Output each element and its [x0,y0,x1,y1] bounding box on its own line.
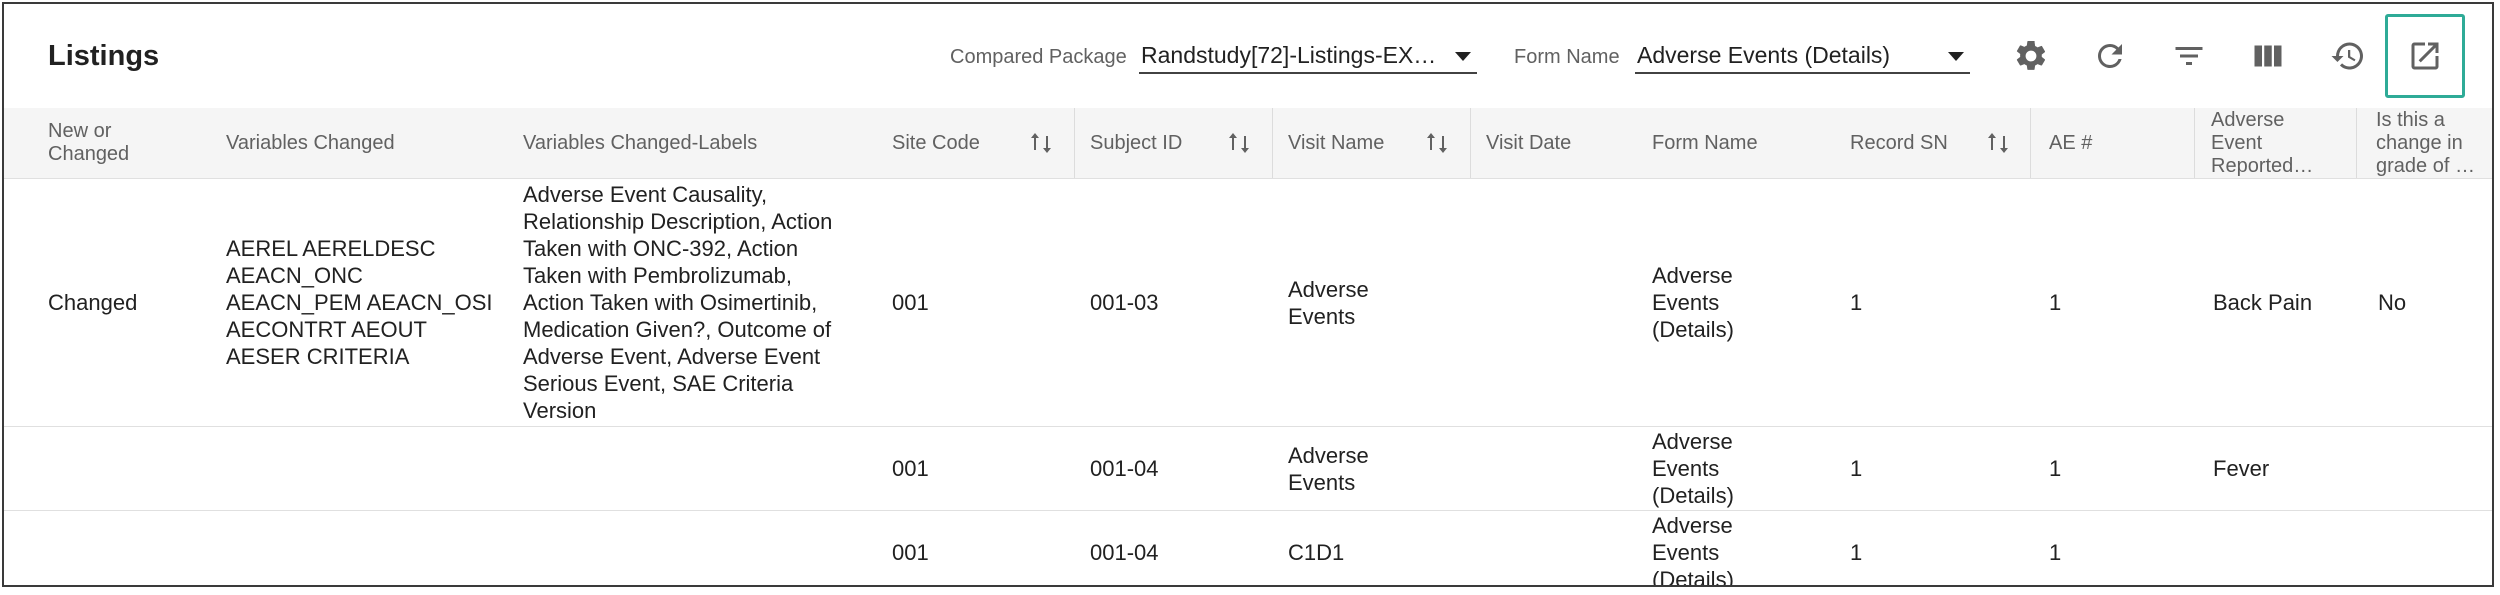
cell-grade-change [2378,511,2488,585]
compared-package-value: Randstudy[72]-Listings-EX… [1141,42,1437,68]
cell-ae-reported: Fever [2213,456,2270,481]
column-header-form-name[interactable]: Form Name [1652,108,1792,178]
cell-visit-date [1486,427,1636,510]
cell-ae-number: 1 [2049,290,2062,315]
cell-subject-id: 001-03 [1090,290,1159,315]
column-header-subject-id[interactable]: Subject ID [1090,108,1210,178]
sort-icon[interactable] [1986,130,2010,156]
cell-grade-change: No [2378,290,2407,315]
column-header-new-or-changed[interactable]: New or Changed [48,108,188,178]
column-divider [2030,108,2031,178]
table-header: New or Changed Variables Changed Variabl… [4,108,2492,179]
compared-package-label: Compared Package [950,46,1127,68]
form-name-value: Adverse Events (Details) [1637,42,1891,68]
form-name-select[interactable]: Adverse Events (Details) [1635,40,1970,74]
cell-form-name: Adverse Events (Details) [1652,263,1734,342]
cell-form-name: Adverse Events (Details) [1652,429,1734,508]
cell-variables-changed [226,511,496,585]
page-title: Listings [48,40,160,72]
cell-site-code: 001 [892,540,929,565]
refresh-icon [2097,43,2122,68]
columns-icon [2254,45,2282,67]
listings-panel: Listings Compared Package Randstudy[72]-… [2,2,2494,587]
cell-subject-id: 001-04 [1090,540,1159,565]
form-name-label: Form Name [1514,46,1620,68]
column-divider [2356,108,2357,178]
cell-form-name: Adverse Events (Details) [1652,513,1734,587]
gear-icon [2016,40,2046,70]
cell-new-or-changed: Changed [48,290,138,315]
cell-ae-reported [2213,511,2353,585]
column-divider [1272,108,1273,178]
cell-variables-changed [226,427,496,510]
filter-icon [2175,47,2203,65]
refresh-button[interactable] [2086,32,2134,80]
open-in-new-icon [2411,42,2439,70]
column-header-grade-change[interactable]: Is this a change in grade of … [2376,108,2488,178]
column-header-variables-changed-labels[interactable]: Variables Changed-Labels [523,108,843,178]
column-header-site-code[interactable]: Site Code [892,108,1012,178]
cell-visit-date [1486,511,1636,585]
cell-variables-changed: AEREL AERELDESC AEACN_ONC AEACN_PEM AEAC… [226,236,493,369]
cell-record-sn: 1 [1850,290,1863,315]
cell-visit-name: Adverse Events [1288,442,1369,495]
history-icon [2331,42,2363,70]
sort-icon[interactable] [1425,130,1449,156]
column-header-visit-date[interactable]: Visit Date [1486,108,1606,178]
cell-grade-change [2378,427,2488,510]
table-row[interactable]: 001 001-04 C1D1 Adverse Events (Details)… [4,511,2492,587]
filter-button[interactable] [2165,32,2213,80]
cell-new-or-changed [48,427,198,510]
columns-button[interactable] [2244,32,2292,80]
chevron-down-icon [1455,52,1471,61]
cell-new-or-changed [48,511,198,585]
cell-visit-name: C1D1 [1288,540,1345,565]
column-header-record-sn[interactable]: Record SN [1850,108,1970,178]
cell-record-sn: 1 [1850,540,1863,565]
column-divider [2194,108,2195,178]
table-row[interactable]: 001 001-04 Adverse Events Adverse Events… [4,427,2492,511]
sort-icon[interactable] [1029,130,1053,156]
cell-site-code: 001 [892,290,929,315]
cell-visit-date [1486,179,1636,426]
compared-package-select[interactable]: Randstudy[72]-Listings-EX… [1139,40,1477,74]
column-divider [1470,108,1471,178]
column-divider [1074,108,1075,178]
column-header-variables-changed[interactable]: Variables Changed [226,108,486,178]
history-button[interactable] [2324,32,2372,80]
chevron-down-icon [1948,52,1964,61]
cell-site-code: 001 [892,456,929,481]
sort-icon[interactable] [1227,130,1251,156]
cell-variables-changed-labels [523,511,853,585]
column-header-ae-reported[interactable]: Adverse Event Reported… [2211,108,2331,178]
cell-visit-name: Adverse Events [1288,276,1369,329]
cell-ae-number: 1 [2049,456,2062,481]
cell-ae-reported: Back Pain [2213,290,2313,315]
column-header-visit-name[interactable]: Visit Name [1288,108,1408,178]
cell-variables-changed-labels [523,427,853,510]
settings-button[interactable] [2007,32,2055,80]
column-header-ae-number[interactable]: AE # [2049,108,2149,178]
cell-record-sn: 1 [1850,456,1863,481]
cell-ae-number: 1 [2049,540,2062,565]
cell-variables-changed-labels: Adverse Event Causality, Relationship De… [523,182,833,423]
open-in-new-window-button[interactable] [2385,14,2465,98]
cell-subject-id: 001-04 [1090,456,1159,481]
toolbar: Listings Compared Package Randstudy[72]-… [4,4,2492,108]
table-row[interactable]: Changed AEREL AERELDESC AEACN_ONC AEACN_… [4,179,2492,427]
